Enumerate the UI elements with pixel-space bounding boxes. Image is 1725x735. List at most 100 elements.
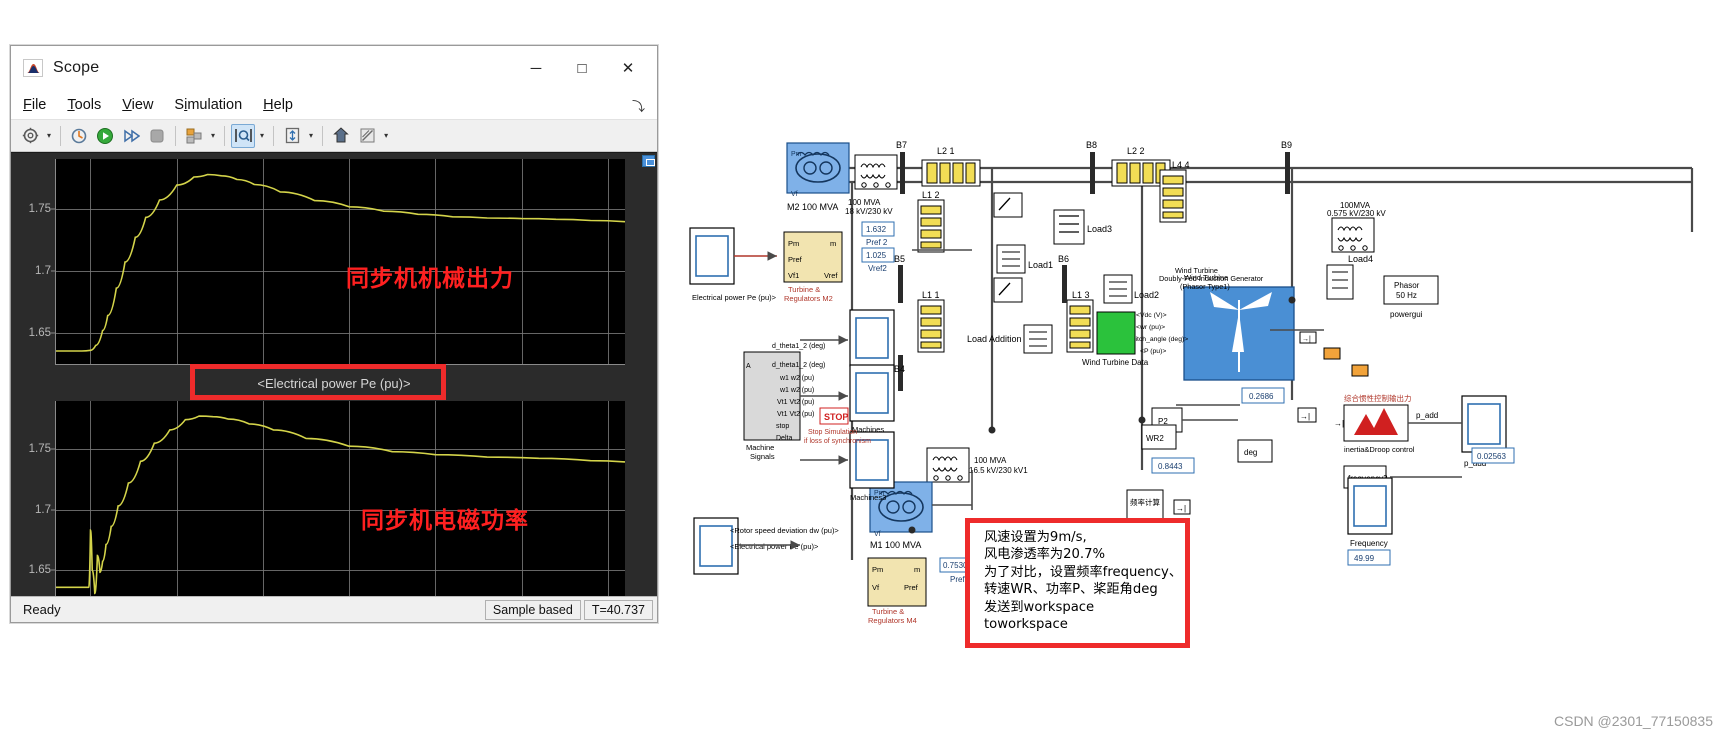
y-axis-tick-label: 1.65 xyxy=(29,327,51,339)
svg-text:综合惯性控制输出力: 综合惯性控制输出力 xyxy=(1344,393,1412,403)
zoomfit-dropdown-icon[interactable]: ▾ xyxy=(306,131,316,140)
configuration-dropdown-icon[interactable]: ▾ xyxy=(44,131,54,140)
run-icon[interactable] xyxy=(93,124,117,148)
menu-simulation[interactable]: Simulation xyxy=(174,97,242,113)
svg-text:→|: →| xyxy=(1334,419,1344,428)
svg-text:Vt1 Vt2 (pu): Vt1 Vt2 (pu) xyxy=(777,399,814,406)
annotation-line-2: 风电渗透率为20.7% xyxy=(984,546,1185,563)
svg-text:stop: stop xyxy=(776,423,789,430)
svg-text:L1 1: L1 1 xyxy=(922,290,940,300)
svg-text:100 MVA: 100 MVA xyxy=(974,456,1007,465)
style-icon[interactable] xyxy=(355,124,379,148)
svg-text:<Rotor speed deviation dw (pu: <Rotor speed deviation dw (pu)> xyxy=(730,526,839,535)
plot-top: 1.751.71.65同步机机械出力 xyxy=(11,153,657,371)
scope-statusbar: Ready Sample based T=40.737 xyxy=(11,596,657,622)
menu-file[interactable]: File xyxy=(23,97,46,113)
svg-text:Pref: Pref xyxy=(788,255,803,264)
svg-text:0.02563: 0.02563 xyxy=(1477,452,1506,461)
svg-text:L1 2: L1 2 xyxy=(922,190,940,200)
chart-annotation-top: 同步机机械出力 xyxy=(346,259,514,293)
status-time: T=40.737 xyxy=(584,600,653,620)
svg-text:Phasor: Phasor xyxy=(1394,281,1420,290)
wind-speed-annotation-box: 风速设置为9m/s, 风电渗透率为20.7% 为了对比，设置频率frequenc… xyxy=(965,518,1190,648)
svg-text:100 MVA: 100 MVA xyxy=(848,198,881,207)
svg-text:B9: B9 xyxy=(1281,140,1292,150)
svg-text:0.8443: 0.8443 xyxy=(1158,462,1183,471)
svg-text:Load3: Load3 xyxy=(1087,224,1112,234)
cursor-measurements-icon[interactable] xyxy=(231,124,255,148)
svg-text:<Vdc (V)>: <Vdc (V)> xyxy=(1136,312,1167,319)
scope-expand-icon[interactable] xyxy=(642,155,655,167)
svg-text:A: A xyxy=(746,363,751,370)
bus-b7 xyxy=(900,152,905,194)
matlab-scope-icon xyxy=(23,59,43,77)
svg-text:inertia&Droop control: inertia&Droop control xyxy=(1344,445,1415,454)
highlight-signal-icon[interactable] xyxy=(329,124,353,148)
svg-text:18 kV/230 kV: 18 kV/230 kV xyxy=(845,207,893,216)
annotation-line-3: 为了对比，设置频率frequency、 xyxy=(984,564,1185,581)
menu-view[interactable]: View xyxy=(122,97,153,113)
svg-text:Vf: Vf xyxy=(872,583,880,592)
svg-text:Pref: Pref xyxy=(904,583,919,592)
svg-text:WR2: WR2 xyxy=(1146,434,1164,443)
svg-text:Machine: Machine xyxy=(746,443,774,452)
breaker-2 xyxy=(994,278,1022,302)
y-axis-tick-label: 1.65 xyxy=(29,564,51,576)
svg-text:Wind Turbine Data: Wind Turbine Data xyxy=(1082,358,1149,367)
svg-text:16.5 kV/230 kV1: 16.5 kV/230 kV1 xyxy=(969,466,1028,475)
svg-text:if loss of synchronism: if loss of synchronism xyxy=(804,438,871,445)
svg-text:Vf1: Vf1 xyxy=(788,271,799,280)
configuration-properties-icon[interactable] xyxy=(18,124,42,148)
svg-text:B5: B5 xyxy=(894,254,905,264)
svg-text:Electrical power Pe (pu)>: Electrical power Pe (pu)> xyxy=(692,293,777,302)
stop-icon[interactable] xyxy=(145,124,169,148)
svg-text:d_theta1_2 (deg): d_theta1_2 (deg) xyxy=(772,343,825,350)
layout-icon[interactable] xyxy=(182,124,206,148)
maximize-button[interactable]: □ xyxy=(559,52,605,84)
svg-text:→|: →| xyxy=(1176,504,1186,513)
layout-dropdown-icon[interactable]: ▾ xyxy=(208,131,218,140)
bus-b8 xyxy=(1090,152,1095,194)
zoom-fit-icon[interactable] xyxy=(280,124,304,148)
svg-text:Vf: Vf xyxy=(874,531,881,538)
signal-trace xyxy=(56,401,625,596)
menu-help[interactable]: Help xyxy=(263,97,293,113)
svg-text:Regulators M2: Regulators M2 xyxy=(784,294,833,303)
annotation-line-5: 发送到workspace xyxy=(984,599,1185,616)
cursor-dropdown-icon[interactable]: ▾ xyxy=(257,131,267,140)
svg-text:49.99: 49.99 xyxy=(1354,554,1375,563)
breaker-1 xyxy=(994,193,1022,217)
svg-text:Load2: Load2 xyxy=(1134,290,1159,300)
annotation-line-1: 风速设置为9m/s, xyxy=(984,529,1185,546)
y-axis-tick-label: 1.7 xyxy=(35,504,51,516)
y-axis-tick-label: 1.7 xyxy=(35,265,51,277)
print-icon[interactable] xyxy=(67,124,91,148)
svg-text:L4 4: L4 4 xyxy=(1172,160,1190,170)
svg-text:Turbine &: Turbine & xyxy=(872,607,904,616)
toolbar-separator-4 xyxy=(273,126,274,146)
svg-text:w1 w2 (pu): w1 w2 (pu) xyxy=(779,387,814,394)
toolbar-separator-5 xyxy=(322,126,323,146)
svg-text:Vt1 Vt2 (pu): Vt1 Vt2 (pu) xyxy=(777,411,814,418)
simulink-model-canvas[interactable]: M2 100 MVA Pm Vf 100 MVA 18 kV/230 kV B7… xyxy=(672,0,1725,700)
menubar-overflow-icon[interactable]: ⤵ xyxy=(632,96,645,115)
svg-text:Machines3: Machines3 xyxy=(850,493,886,502)
close-button[interactable]: ✕ xyxy=(605,52,651,84)
scope-plot-canvas[interactable]: 1.751.71.65同步机机械出力 <Electrical power Pe … xyxy=(11,152,657,596)
svg-text:Turbine &: Turbine & xyxy=(788,285,820,294)
svg-text:powergui: powergui xyxy=(1390,310,1423,319)
step-forward-icon[interactable] xyxy=(119,124,143,148)
status-ready: Ready xyxy=(15,602,482,617)
style-dropdown-icon[interactable]: ▾ xyxy=(381,131,391,140)
menu-tools[interactable]: Tools xyxy=(67,97,101,113)
svg-text:Load Addition: Load Addition xyxy=(967,334,1022,344)
status-sample-mode: Sample based xyxy=(485,600,581,620)
plot-area-bottom: 1.751.71.65同步机电磁功率 xyxy=(55,401,625,596)
scope-menubar: File Tools View Simulation Help ⤵ xyxy=(11,90,657,119)
plot-area-top: 1.751.71.65同步机机械出力 xyxy=(55,159,625,365)
scope-window: Scope ─ □ ✕ File Tools View Simulation H… xyxy=(10,45,658,623)
minimize-button[interactable]: ─ xyxy=(513,52,559,84)
svg-text:→|: →| xyxy=(1300,412,1310,421)
svg-text:B8: B8 xyxy=(1086,140,1097,150)
toolbar-separator-1 xyxy=(60,126,61,146)
